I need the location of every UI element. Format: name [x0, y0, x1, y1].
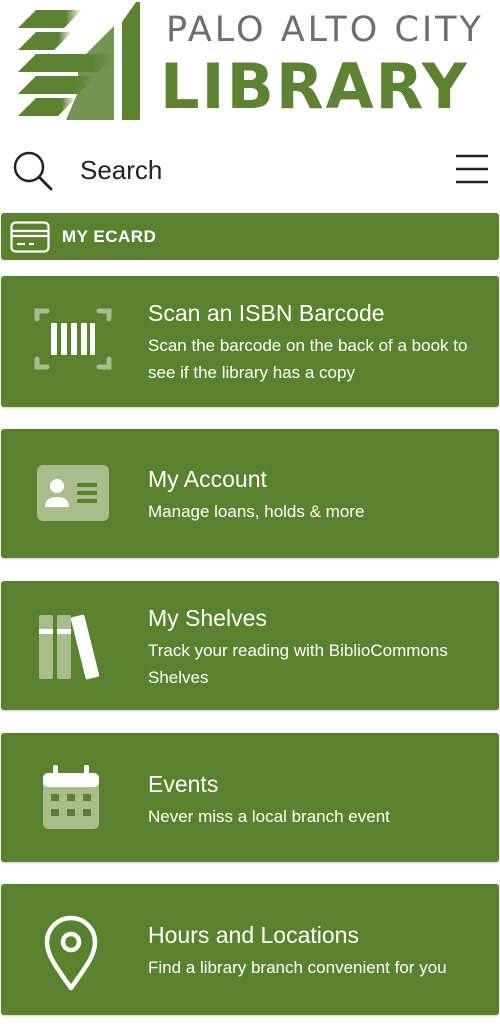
card-description: Never miss a local branch event	[148, 807, 390, 826]
card-title: Hours and Locations	[148, 922, 359, 948]
library-logo-icon	[18, 2, 140, 120]
scan-isbn-card[interactable]: Scan an ISBN Barcode Scan the barcode on…	[1, 276, 499, 407]
card-title: My Account	[148, 466, 267, 492]
logo-text-library: LIBRARY	[160, 50, 469, 123]
search-label[interactable]: Search	[80, 155, 162, 186]
card-description: Find a library branch convenient for you	[148, 958, 447, 977]
id-card-icon	[37, 465, 109, 521]
logo-text-city: PALO ALTO CITY	[166, 10, 484, 50]
calendar-icon	[43, 765, 99, 829]
barcode-scan-icon	[34, 308, 112, 370]
my-ecard-button[interactable]: MY ECARD	[1, 213, 499, 260]
events-card[interactable]: Events Never miss a local branch event	[1, 733, 499, 862]
location-pin-icon	[44, 915, 98, 991]
card-description: Manage loans, holds & more	[148, 502, 365, 521]
my-shelves-card[interactable]: My Shelves Track your reading with Bibli…	[1, 581, 499, 710]
app-header: PALO ALTO CITY LIBRARY	[0, 0, 500, 130]
my-account-card[interactable]: My Account Manage loans, holds & more	[1, 429, 499, 558]
search-icon[interactable]	[12, 150, 54, 192]
card-title: Scan an ISBN Barcode	[148, 300, 385, 326]
my-ecard-label: MY ECARD	[62, 227, 157, 246]
hours-locations-card[interactable]: Hours and Locations Find a library branc…	[1, 884, 499, 1015]
hamburger-menu-icon[interactable]	[454, 152, 490, 186]
credit-card-icon	[10, 221, 50, 253]
bookshelf-icon	[39, 614, 100, 680]
card-title: My Shelves	[148, 605, 267, 631]
search-bar[interactable]: Search	[0, 140, 500, 202]
card-description: Scan the barcode on the back of a book t…	[148, 336, 468, 382]
card-title: Events	[148, 771, 219, 797]
card-description: Track your reading with BiblioCommons Sh…	[148, 641, 448, 687]
